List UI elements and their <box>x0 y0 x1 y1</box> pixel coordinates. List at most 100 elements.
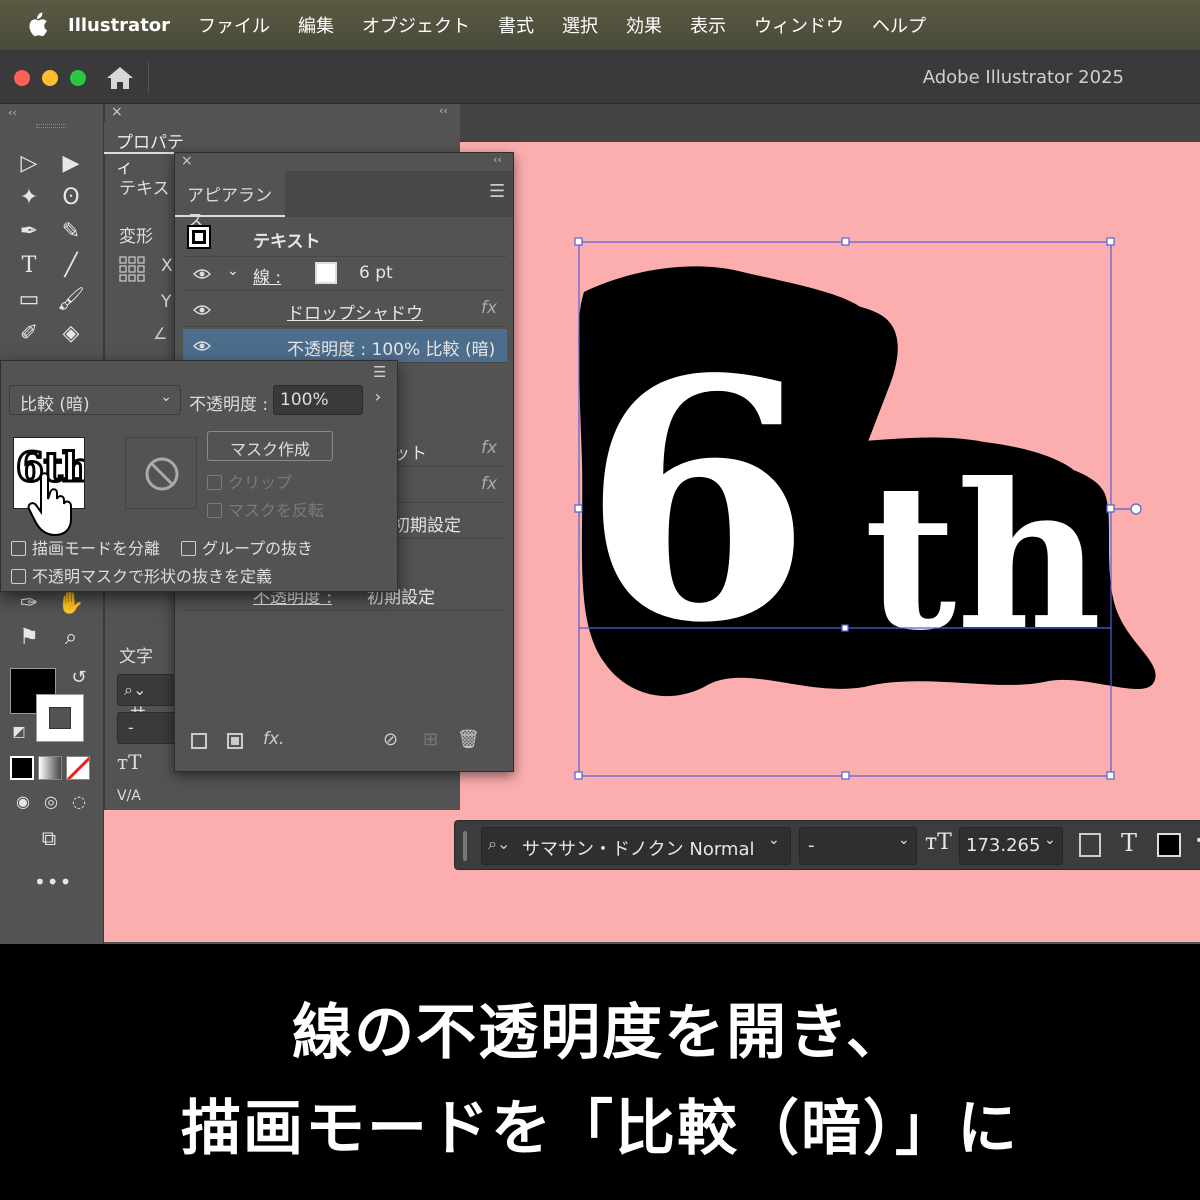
selection-tool-icon[interactable]: ▷ <box>14 150 44 178</box>
chevron-down-icon[interactable]: ⌄ <box>1044 832 1056 848</box>
menu-type[interactable]: 書式 <box>498 12 534 38</box>
fx-icon[interactable]: fx <box>481 438 497 458</box>
chevron-down-icon[interactable]: ⌄ <box>768 832 780 848</box>
collapse-icon[interactable]: ‹‹ <box>8 106 17 119</box>
paintbrush-tool-icon[interactable]: 🖌 <box>56 286 86 314</box>
paragraph-icon[interactable] <box>1079 833 1101 857</box>
chevron-down-icon[interactable]: ⌄ <box>898 832 910 848</box>
duplicate-item-icon[interactable]: ⊞ <box>423 729 438 750</box>
appearance-stroke-row[interactable]: ⌄ 線 : 6 pt <box>183 257 507 291</box>
swap-fill-stroke-icon[interactable]: ↺ <box>64 664 94 692</box>
fx-icon[interactable]: fx <box>481 298 497 318</box>
eraser-tool-icon[interactable]: ◈ <box>56 320 86 348</box>
draw-inside-icon[interactable]: ◌ <box>64 788 94 816</box>
menu-object[interactable]: オブジェクト <box>362 12 470 38</box>
font-size-icon: ᴛT <box>117 750 142 774</box>
apple-icon[interactable] <box>26 12 48 38</box>
close-window-button[interactable] <box>14 70 30 86</box>
gradient-mode-icon[interactable] <box>38 756 62 780</box>
default-colors-icon[interactable]: ◩ <box>4 718 34 746</box>
close-panel-icon[interactable]: × <box>111 104 123 120</box>
direct-selection-tool-icon[interactable]: ▶ <box>56 150 86 178</box>
blend-mode-select[interactable]: 比較 (暗) ⌄ <box>9 385 181 415</box>
appearance-drop-shadow-row[interactable]: ドロップシャドウ fx <box>183 293 507 327</box>
appearance-object-row[interactable]: テキスト <box>183 219 507 257</box>
transparency-popup: ☰ 比較 (暗) ⌄ 不透明度 : 100% › 6th マスク作成 クリップ … <box>0 360 398 592</box>
invert-mask-checkbox[interactable]: マスクを反転 <box>207 497 324 521</box>
draw-behind-icon[interactable]: ◎ <box>36 788 66 816</box>
drop-shadow-link[interactable]: ドロップシャドウ <box>287 299 423 324</box>
menu-select[interactable]: 選択 <box>562 12 598 38</box>
clip-checkbox[interactable]: クリップ <box>207 469 292 493</box>
opacity-input[interactable]: 100% <box>273 385 363 415</box>
zoom-window-button[interactable] <box>70 70 86 86</box>
curvature-tool-icon[interactable]: ✎ <box>56 218 86 246</box>
chevron-right-icon[interactable]: › <box>365 387 391 413</box>
hand-tool-icon[interactable]: ✋ <box>56 590 86 618</box>
color-mode-icon[interactable] <box>10 756 34 780</box>
more-options-icon[interactable]: • <box>1195 833 1200 849</box>
character-icon[interactable]: T <box>1121 829 1137 857</box>
add-stroke-icon[interactable] <box>191 733 207 749</box>
fx-icon[interactable]: fx <box>481 474 497 494</box>
chevron-down-icon[interactable]: ⌄ <box>227 263 239 279</box>
lasso-tool-icon[interactable]: ʘ <box>56 184 86 212</box>
stroke-label[interactable]: 線 : <box>253 263 281 288</box>
type-tool-icon[interactable]: T <box>14 252 44 280</box>
add-effect-icon[interactable]: fx. <box>263 729 284 749</box>
fill-color-swatch[interactable] <box>1157 833 1181 857</box>
panel-menu-icon[interactable]: ☰ <box>373 363 386 381</box>
opacity-link[interactable]: 不透明度 : 100% 比較 (暗) <box>287 335 495 360</box>
screen-mode-icon[interactable]: ⧉ <box>34 824 64 852</box>
artboard-tool-icon[interactable]: ⚑ <box>14 624 44 652</box>
zoom-tool-icon[interactable]: ⌕ <box>56 624 86 652</box>
stroke-color-swatch[interactable] <box>315 262 337 284</box>
clear-appearance-icon[interactable]: ⊘ <box>383 729 398 750</box>
menu-window[interactable]: ウィンドウ <box>754 12 844 38</box>
app-menu[interactable]: Illustrator <box>68 15 170 36</box>
tab-properties[interactable]: プロパティ <box>104 122 204 178</box>
eyedropper-tool-icon[interactable]: ✑ <box>14 590 44 618</box>
font-size-field[interactable]: 173.265 ⌄ <box>959 827 1063 865</box>
menu-help[interactable]: ヘルプ <box>872 12 926 38</box>
appearance-opacity-row-selected[interactable]: 不透明度 : 100% 比較 (暗) <box>183 329 507 363</box>
magic-wand-tool-icon[interactable]: ✦ <box>14 184 44 212</box>
panel-menu-icon[interactable]: ☰ <box>489 181 505 202</box>
font-family-field[interactable]: ⌕⌄ サマサン・ドノクン Normal ⌄ <box>481 827 791 865</box>
menu-edit[interactable]: 編集 <box>298 12 334 38</box>
line-tool-icon[interactable]: ╱ <box>56 252 86 280</box>
stroke-swatch[interactable] <box>36 694 84 742</box>
visibility-eye-icon[interactable] <box>193 268 211 280</box>
make-mask-button[interactable]: マスク作成 <box>207 431 333 461</box>
angle-icon: ∠ <box>153 324 168 343</box>
shaper-tool-icon[interactable]: ✐ <box>14 320 44 348</box>
rectangle-tool-icon[interactable]: ▭ <box>14 286 44 314</box>
trash-icon[interactable]: 🗑 <box>457 729 480 750</box>
menu-effect[interactable]: 効果 <box>626 12 662 38</box>
tab-appearance[interactable]: アピアランス <box>175 171 285 231</box>
add-fill-icon[interactable] <box>227 733 243 749</box>
menu-file[interactable]: ファイル <box>198 12 270 38</box>
more-tools-icon[interactable]: ••• <box>34 868 71 896</box>
grip-icon[interactable] <box>463 831 467 861</box>
hand-cursor-icon <box>27 472 72 537</box>
reference-point-icon[interactable] <box>119 256 145 282</box>
isolate-blending-checkbox[interactable]: 描画モードを分離 <box>11 535 160 559</box>
draw-normal-icon[interactable]: ◉ <box>8 788 38 816</box>
grip-icon[interactable] <box>36 124 66 128</box>
font-style-field[interactable]: - ⌄ <box>799 827 917 865</box>
opacity-mask-knockout-checkbox[interactable]: 不透明マスクで形状の抜きを定義 <box>11 563 272 587</box>
collapse-panel-icon[interactable]: ‹‹ <box>493 153 502 166</box>
visibility-eye-icon[interactable] <box>193 304 211 316</box>
font-style-field[interactable]: - <box>117 712 177 744</box>
close-panel-icon[interactable]: × <box>181 153 193 169</box>
collapse-panel-icon[interactable]: ‹‹ <box>439 104 448 117</box>
menu-view[interactable]: 表示 <box>690 12 726 38</box>
visibility-eye-icon[interactable] <box>193 340 211 352</box>
none-mode-icon[interactable] <box>66 756 90 780</box>
home-icon[interactable] <box>106 66 134 90</box>
knockout-group-checkbox[interactable]: グループの抜き <box>181 535 313 559</box>
pen-tool-icon[interactable]: ✒ <box>14 218 44 246</box>
font-search-field[interactable]: ⌕⌄ サ <box>117 674 177 723</box>
minimize-window-button[interactable] <box>42 70 58 86</box>
